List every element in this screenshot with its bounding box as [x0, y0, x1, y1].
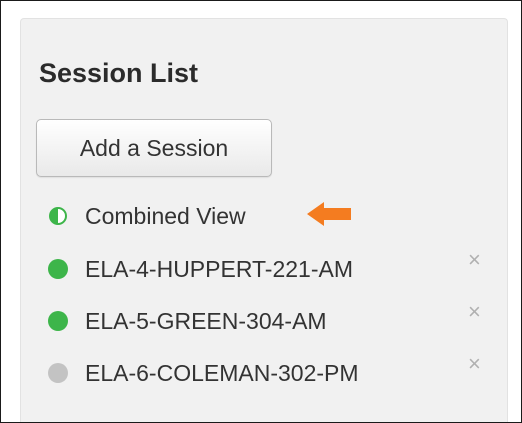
arrow-left-icon	[307, 202, 351, 226]
session-label[interactable]: ELA-4-HUPPERT-221-AM	[85, 256, 353, 282]
session-list-panel: Session List Add a Session Combined View…	[20, 18, 508, 422]
add-session-button[interactable]: Add a Session	[36, 119, 272, 177]
status-dot-inactive-icon	[48, 363, 68, 383]
remove-session-icon[interactable]: ×	[468, 248, 481, 272]
half-circle-status-icon	[49, 207, 67, 225]
session-item[interactable]: ELA-6-COLEMAN-302-PM ×	[48, 352, 488, 388]
session-item[interactable]: ELA-4-HUPPERT-221-AM ×	[48, 248, 488, 284]
remove-session-icon[interactable]: ×	[468, 300, 481, 324]
session-item[interactable]: ELA-5-GREEN-304-AM ×	[48, 300, 488, 336]
panel-title: Session List	[39, 58, 199, 88]
status-dot-active-icon	[48, 259, 68, 279]
status-dot-active-icon	[48, 311, 68, 331]
session-item-combined-view[interactable]: Combined View	[48, 201, 488, 231]
session-label[interactable]: ELA-5-GREEN-304-AM	[85, 308, 327, 334]
session-label[interactable]: ELA-6-COLEMAN-302-PM	[85, 360, 359, 386]
session-label[interactable]: Combined View	[85, 203, 246, 229]
screenshot-frame: Session List Add a Session Combined View…	[0, 0, 522, 423]
remove-session-icon[interactable]: ×	[468, 352, 481, 376]
